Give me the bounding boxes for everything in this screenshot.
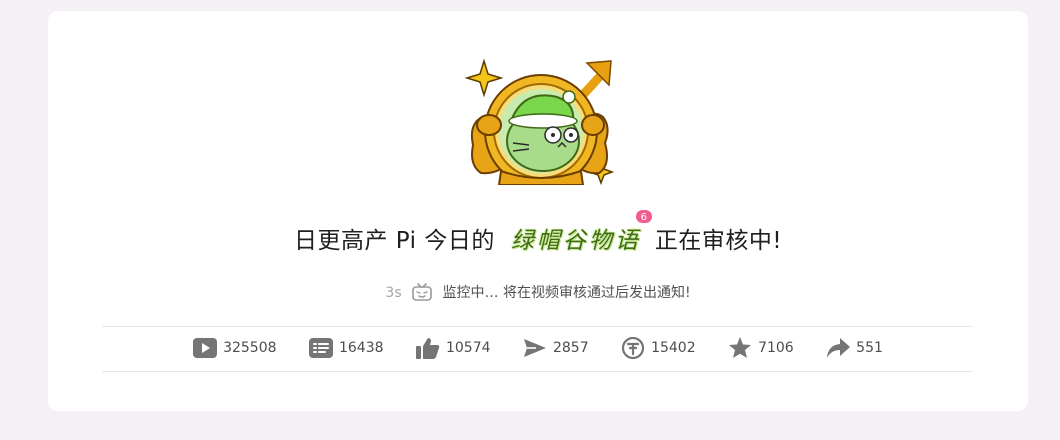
stat-favorites: 7106 [728,337,794,359]
monitor-status: 3s 监控中… 将在视频审核通过后发出通知! [48,282,1028,302]
review-headline: 日更高产 Pi 今日的 绿帽谷物语 6 正在审核中! [48,209,1028,255]
stat-danmaku-value: 16438 [338,340,384,356]
video-title[interactable]: 绿帽谷物语 6 [510,209,653,255]
divider-bottom [102,371,973,372]
stat-views: 325508 [193,337,277,359]
send-icon [523,339,546,357]
stat-forwards: 2857 [523,337,589,359]
play-icon [193,338,218,358]
status-message: 监控中… 将在视频审核通过后发出通知! [442,285,691,301]
stats-bar: 325508 16438 10574 2857 15402 7106 551 [48,336,1028,361]
stat-favorites-value: 7106 [758,340,794,356]
stat-coins-value: 15402 [651,340,696,356]
stat-danmaku: 16438 [308,337,384,359]
tv-icon [412,283,432,301]
star-icon [729,337,752,358]
share-icon [827,338,851,358]
stat-views-value: 325508 [223,340,277,356]
stat-coins: 15402 [621,336,696,360]
stat-forwards-value: 2857 [552,340,589,356]
divider-top [102,326,973,327]
notification-card: 日更高产 Pi 今日的 绿帽谷物语 6 正在审核中! 3s 监控中… 将在视频审核通过… [48,11,1028,411]
thumbs-up-icon [415,338,440,359]
danmaku-icon [308,338,333,358]
stat-likes-value: 10574 [445,340,491,356]
mascot-image [464,58,615,185]
video-title-text: 绿帽谷物语 [510,228,641,254]
coin-icon [621,336,645,360]
elapsed-timer: 3s [385,285,402,301]
stat-shares: 551 [826,337,883,359]
headline-suffix: 正在审核中! [654,228,783,254]
headline-prefix: 日更高产 Pi 今日的 [293,228,495,254]
stat-shares-value: 551 [856,340,883,356]
count-badge: 6 [634,209,653,224]
stat-likes: 10574 [415,337,491,359]
